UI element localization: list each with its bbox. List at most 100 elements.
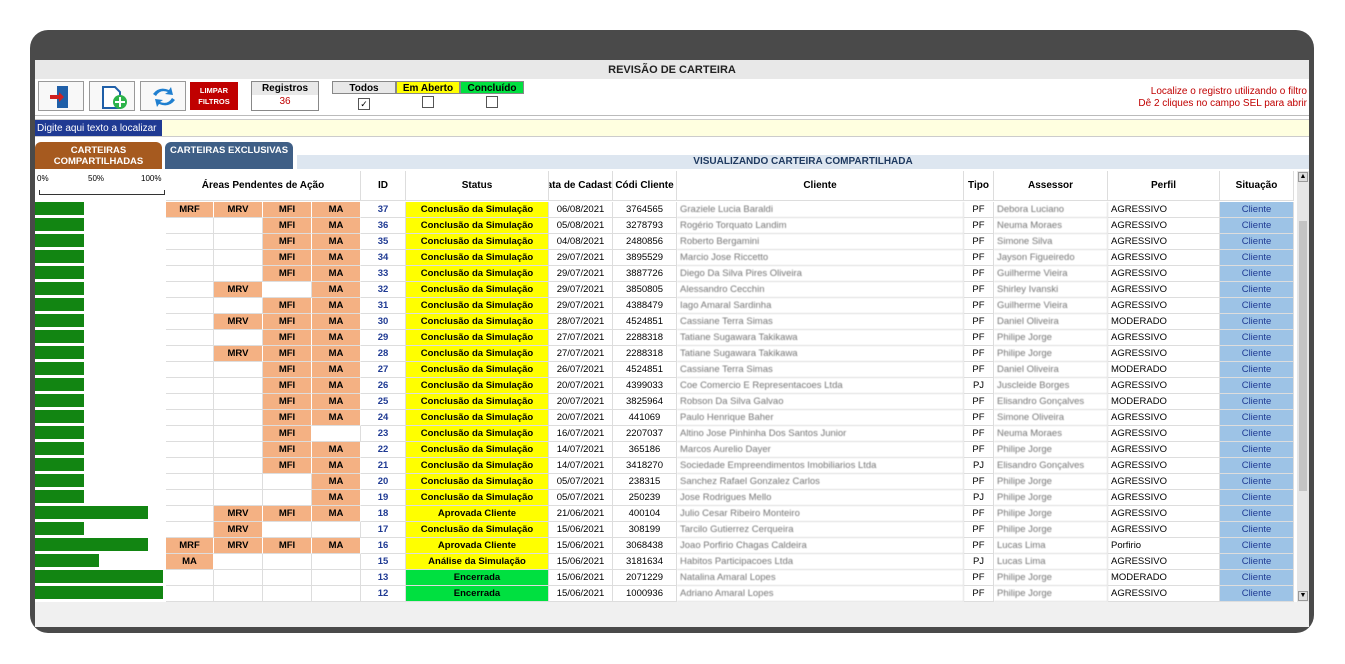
area-mfi: MFI — [263, 426, 312, 442]
progress-bar — [35, 394, 84, 407]
cell-situacao[interactable]: Cliente — [1220, 458, 1294, 474]
area-mrv: MRV — [214, 506, 263, 522]
filter-concluido-checkbox[interactable] — [486, 96, 498, 108]
cell-situacao[interactable]: Cliente — [1220, 410, 1294, 426]
cell-situacao[interactable]: Cliente — [1220, 314, 1294, 330]
cell-situacao[interactable]: Cliente — [1220, 202, 1294, 218]
cell-tipo: PF — [964, 250, 994, 266]
cell-cliente: Sanchez Rafael Gonzalez Carlos — [677, 474, 964, 490]
cell-situacao[interactable]: Cliente — [1220, 538, 1294, 554]
scroll-up-icon[interactable]: ▲ — [1298, 172, 1308, 182]
cell-perfil: AGRESSIVO — [1108, 266, 1220, 282]
cell-data: 05/08/2021 — [549, 218, 613, 234]
hint-line-1: Localize o registro utilizando o filtro — [1150, 86, 1307, 97]
cell-situacao[interactable]: Cliente — [1220, 218, 1294, 234]
cell-assessor: Philipe Jorge — [994, 586, 1108, 602]
cell-situacao[interactable]: Cliente — [1220, 570, 1294, 586]
cell-situacao[interactable]: Cliente — [1220, 266, 1294, 282]
filter-aberto-label: Em Aberto — [396, 81, 460, 94]
cell-data: 15/06/2021 — [549, 570, 613, 586]
cell-situacao[interactable]: Cliente — [1220, 250, 1294, 266]
cell-tipo: PF — [964, 282, 994, 298]
cell-tipo: PF — [964, 266, 994, 282]
area-mrf — [166, 586, 214, 602]
cell-status: Conclusão da Simulação — [406, 202, 549, 218]
cell-situacao[interactable]: Cliente — [1220, 346, 1294, 362]
status-bar — [35, 602, 1309, 627]
cell-cliente: Tatiane Sugawara Takikawa — [677, 346, 964, 362]
cell-status: Encerrada — [406, 570, 549, 586]
area-mfi: MFI — [263, 314, 312, 330]
scroll-down-icon[interactable]: ▼ — [1298, 591, 1308, 601]
cell-situacao[interactable]: Cliente — [1220, 330, 1294, 346]
cell-tipo: PF — [964, 330, 994, 346]
cell-situacao[interactable]: Cliente — [1220, 394, 1294, 410]
filter-aberto-checkbox[interactable] — [422, 96, 434, 108]
cell-perfil: MODERADO — [1108, 570, 1220, 586]
cell-situacao[interactable]: Cliente — [1220, 378, 1294, 394]
filter-todos-checkbox[interactable]: ✓ — [358, 98, 370, 110]
area-ma: MA — [312, 410, 361, 426]
tab-carteiras-compartilhadas[interactable]: CARTEIRAS COMPARTILHADAS — [35, 142, 162, 169]
cell-assessor: Lucas Lima — [994, 554, 1108, 570]
cell-situacao[interactable]: Cliente — [1220, 506, 1294, 522]
cell-codigo: 4524851 — [613, 314, 677, 330]
header-perfil: Perfil — [1108, 171, 1220, 201]
cell-assessor: Guilherme Vieira — [994, 298, 1108, 314]
cell-perfil: Porfirio — [1108, 538, 1220, 554]
area-mrv — [214, 266, 263, 282]
new-record-button[interactable] — [89, 81, 135, 111]
cell-status: Conclusão da Simulação — [406, 394, 549, 410]
cell-data: 15/06/2021 — [549, 586, 613, 602]
search-input[interactable] — [35, 120, 162, 136]
cell-assessor: Guilherme Vieira — [994, 266, 1108, 282]
cell-situacao[interactable]: Cliente — [1220, 490, 1294, 506]
area-mrv: MRV — [214, 282, 263, 298]
cell-data: 29/07/2021 — [549, 266, 613, 282]
cell-tipo: PF — [964, 410, 994, 426]
progress-bar — [35, 474, 84, 487]
cell-situacao[interactable]: Cliente — [1220, 586, 1294, 602]
cell-tipo: PF — [964, 586, 994, 602]
cell-cliente: Tarcilo Gutierrez Cerqueira — [677, 522, 964, 538]
cell-situacao[interactable]: Cliente — [1220, 362, 1294, 378]
cell-assessor: Simone Oliveira — [994, 410, 1108, 426]
area-mrv: MRV — [214, 538, 263, 554]
cell-assessor: Jayson Figueiredo — [994, 250, 1108, 266]
record-count-value: 36 — [279, 96, 291, 107]
cell-situacao[interactable]: Cliente — [1220, 234, 1294, 250]
cell-perfil: AGRESSIVO — [1108, 410, 1220, 426]
cell-codigo: 3764565 — [613, 202, 677, 218]
vertical-scrollbar[interactable]: ▲ ▼ — [1297, 171, 1309, 602]
cell-situacao[interactable]: Cliente — [1220, 522, 1294, 538]
cell-situacao[interactable]: Cliente — [1220, 474, 1294, 490]
cell-situacao[interactable]: Cliente — [1220, 282, 1294, 298]
clear-filters-button[interactable]: LIMPAR FILTROS — [190, 82, 238, 110]
cell-situacao[interactable]: Cliente — [1220, 442, 1294, 458]
area-mfi: MFI — [263, 234, 312, 250]
area-mrf — [166, 234, 214, 250]
cell-perfil: AGRESSIVO — [1108, 346, 1220, 362]
refresh-button[interactable] — [140, 81, 186, 111]
scroll-thumb[interactable] — [1299, 221, 1307, 491]
area-mrf — [166, 330, 214, 346]
cell-assessor: Philipe Jorge — [994, 330, 1108, 346]
cell-assessor: Daniel Oliveira — [994, 314, 1108, 330]
area-ma: MA — [312, 458, 361, 474]
cell-status: Análise da Simulação — [406, 554, 549, 570]
cell-situacao[interactable]: Cliente — [1220, 426, 1294, 442]
tab-carteiras-exclusivas[interactable]: CARTEIRAS EXCLUSIVAS — [165, 142, 293, 169]
cell-situacao[interactable]: Cliente — [1220, 554, 1294, 570]
cell-id: 16 — [361, 538, 406, 554]
cell-situacao[interactable]: Cliente — [1220, 298, 1294, 314]
progress-bar — [35, 538, 148, 551]
area-mrf — [166, 218, 214, 234]
area-mrf — [166, 458, 214, 474]
cell-tipo: PF — [964, 234, 994, 250]
cell-data: 16/07/2021 — [549, 426, 613, 442]
exit-button[interactable] — [38, 81, 84, 111]
scale-100: 100% — [141, 174, 162, 183]
cell-perfil: AGRESSIVO — [1108, 554, 1220, 570]
cell-perfil: AGRESSIVO — [1108, 586, 1220, 602]
area-ma: MA — [312, 378, 361, 394]
